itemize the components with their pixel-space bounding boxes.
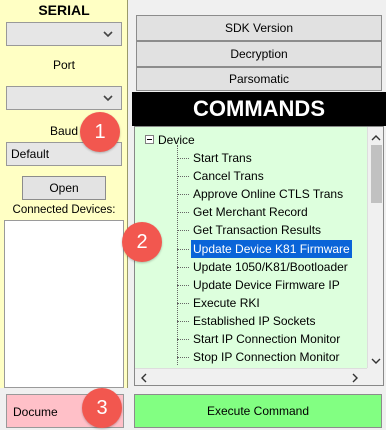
tree-content: Device Start Trans Cancel Trans Approve On… [139,131,369,365]
scroll-thumb[interactable] [371,145,382,203]
tree-connector [177,302,189,304]
serial-heading: SERIAL [38,2,90,18]
tree-item-label: Cancel Trans [193,169,264,184]
connected-devices-list[interactable] [4,220,124,388]
tree-item-label: Update 1050/K81/Bootloader [193,259,348,274]
tree-item-label: Execute RKI [193,295,260,310]
step-badge-3: 3 [82,388,122,428]
tree-item-label: Start IP Connection Monitor [193,332,341,346]
tree-item-label: Stop IP Connection Monitor [193,350,340,365]
scrollbar-corner [367,368,383,385]
parsomatic-button[interactable]: Parsomatic [136,67,382,91]
scroll-down-icon[interactable] [371,354,381,368]
port-select[interactable] [6,86,122,110]
step-badge-1: 1 [80,112,120,152]
open-button[interactable]: Open [22,176,106,200]
serial-select[interactable] [6,22,122,46]
chevron-down-icon [102,28,114,42]
tree-item-label: Start Trans [193,151,252,165]
scroll-right-icon[interactable] [351,372,359,385]
tree-connector [177,266,189,268]
tree-connector [177,248,189,250]
tree-connector [177,158,189,159]
tree-connector [177,284,189,286]
execute-command-button[interactable]: Execute Command [134,394,382,428]
connected-devices-label: Connected Devices: [12,204,116,216]
serial-panel: SERIAL Port Baud Default Open Connected … [0,0,128,430]
port-label: Port [52,58,75,72]
tree-item-label: Update Device Firmware IP [193,277,340,292]
tree-vertical-scrollbar[interactable] [367,127,383,368]
decryption-button[interactable]: Decryption [136,41,382,67]
commands-title: COMMANDS [132,92,386,126]
tree-connector [177,320,189,322]
minus-box-icon[interactable] [145,135,154,144]
tree-item-label: Update Device K81 Firmware [191,239,352,258]
tree-item-label: Established IP Sockets [193,313,316,328]
sdk-version-button[interactable]: SDK Version [136,15,382,41]
step-badge-2: 2 [122,222,162,262]
baud-value: Default [11,147,50,161]
tree-guide-line [177,145,178,365]
scroll-up-icon[interactable] [371,131,381,145]
tree-connector [177,176,189,178]
tree-item-label: Get Merchant Record [193,205,308,220]
chevron-down-icon [102,92,114,106]
tree-connector [177,357,189,359]
tree-item-label: Approve Online CTLS Trans [193,187,344,202]
scroll-left-icon[interactable] [140,372,148,385]
tree-connector [177,194,189,196]
tree-connector [177,212,189,214]
documentation-label: Docume [13,405,58,419]
tree-item-label: Get Transaction Results [193,223,322,238]
commands-tree[interactable]: Device Start Trans Cancel Trans Approve On… [134,126,384,386]
tree-connector [177,339,189,340]
tree-horizontal-scrollbar[interactable] [135,368,367,385]
tree-connector [177,230,189,232]
